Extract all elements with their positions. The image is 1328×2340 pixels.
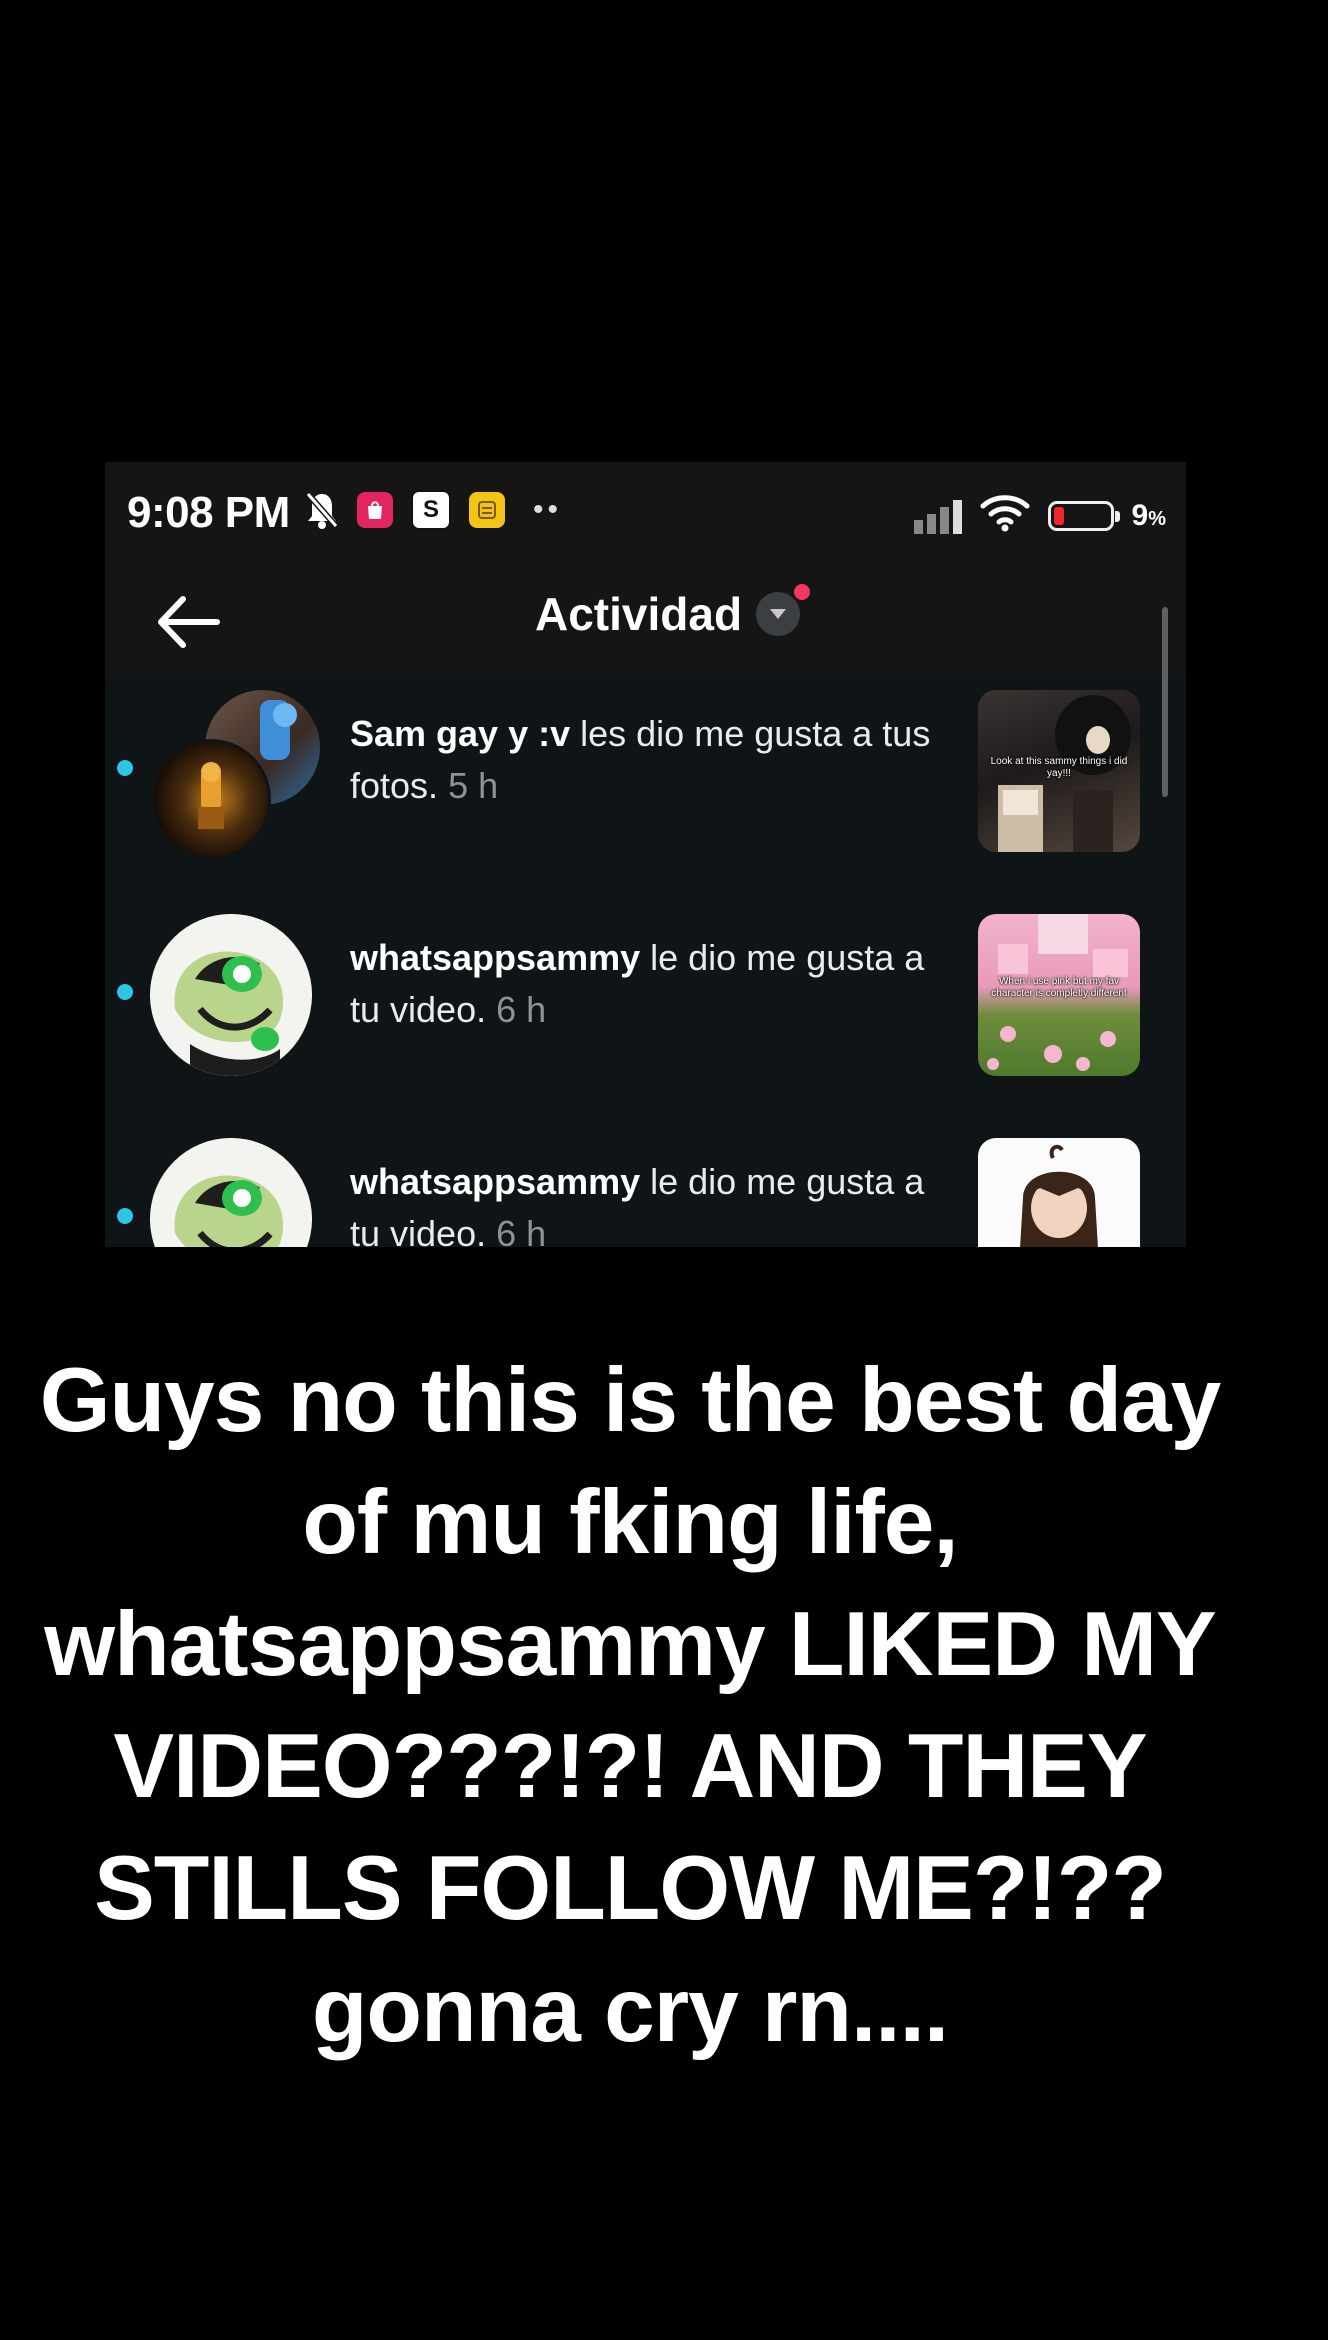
username[interactable]: whatsappsammy [350,1161,640,1202]
unread-dot [117,984,133,1000]
wifi-icon [980,494,1030,537]
notification-dot [794,584,811,600]
notification-time: 5 h [448,765,499,806]
notification-text: whatsappsammy le dio me gusta a tu video… [350,932,960,1036]
list-item[interactable]: Sam gay y :v les dio me gusta a tus foto… [105,678,1186,902]
notification-time: 6 h [496,989,547,1030]
list-item[interactable]: whatsappsammy le dio me gusta a tu video… [105,1126,1186,1247]
list-item[interactable]: whatsappsammy le dio me gusta a tu video… [105,902,1186,1126]
avatar-image [150,914,312,1076]
battery-percent: 9% [1131,498,1166,532]
username[interactable]: whatsappsammy [350,937,640,978]
post-thumbnail[interactable] [978,1138,1140,1247]
post-thumbnail[interactable]: When i use pink but my fav character is … [978,914,1140,1076]
page-title: Actividad [535,588,743,640]
caption-line: VIDEO???!?! AND THEY [113,1716,1147,1817]
s-app-icon: S [411,490,451,530]
status-bar: 9:08 PM S •• 9% [105,462,1186,567]
avatar[interactable] [150,1138,312,1247]
thumbnail-image [1020,1144,1098,1247]
app-bar: Actividad [105,567,1186,678]
caption-line: whatsappsammy LIKED MY [44,1594,1216,1695]
overlay-caption: Guys no this is the best day of mu fking… [0,1340,1260,2072]
battery-icon [1047,500,1120,531]
notes-app-icon [469,492,505,528]
shopping-app-icon [357,492,393,528]
thumbnail-caption: When i use pink but my fav character is … [991,976,1127,999]
status-right-icons: 9% [913,494,1166,537]
caption-line: STILLS FOLLOW ME?!?? [94,1838,1167,1939]
arrow-left-icon [158,596,220,648]
avatar-image [150,1138,312,1247]
avatar-group[interactable] [150,690,320,860]
notification-text: Sam gay y :v les dio me gusta a tus foto… [350,708,960,812]
activity-filter-dropdown[interactable]: Actividad [535,584,811,641]
more-notifications-icon: •• [533,493,563,526]
unread-dot [117,760,133,776]
status-left-icons: S •• [305,490,562,530]
caption-line: of mu fking life, [302,1472,958,1573]
bell-muted-icon [305,490,339,530]
caret-down-icon [756,584,811,636]
battery-level [1053,506,1064,525]
signal-icon [913,498,962,534]
username[interactable]: Sam gay y :v [350,713,570,754]
avatar[interactable] [150,914,312,1076]
status-time: 9:08 PM [127,488,290,537]
notification-time: 6 h [496,1213,547,1247]
unread-dot [117,1208,133,1224]
thumbnail-caption: Look at this sammy things i did yay!!! [990,756,1128,779]
caption-line: Guys no this is the best day [39,1350,1222,1451]
notification-text: whatsappsammy le dio me gusta a tu video… [350,1156,960,1247]
post-thumbnail[interactable]: Look at this sammy things i did yay!!! [978,690,1140,852]
activity-feed: Sam gay y :v les dio me gusta a tus foto… [105,678,1186,1247]
avatar [150,739,271,860]
activity-screenshot: 9:08 PM S •• 9% Actividad Sam gay y:v l… [105,462,1186,1247]
caption-line: gonna cry rn.... [311,1960,949,2061]
back-button[interactable] [153,591,223,653]
